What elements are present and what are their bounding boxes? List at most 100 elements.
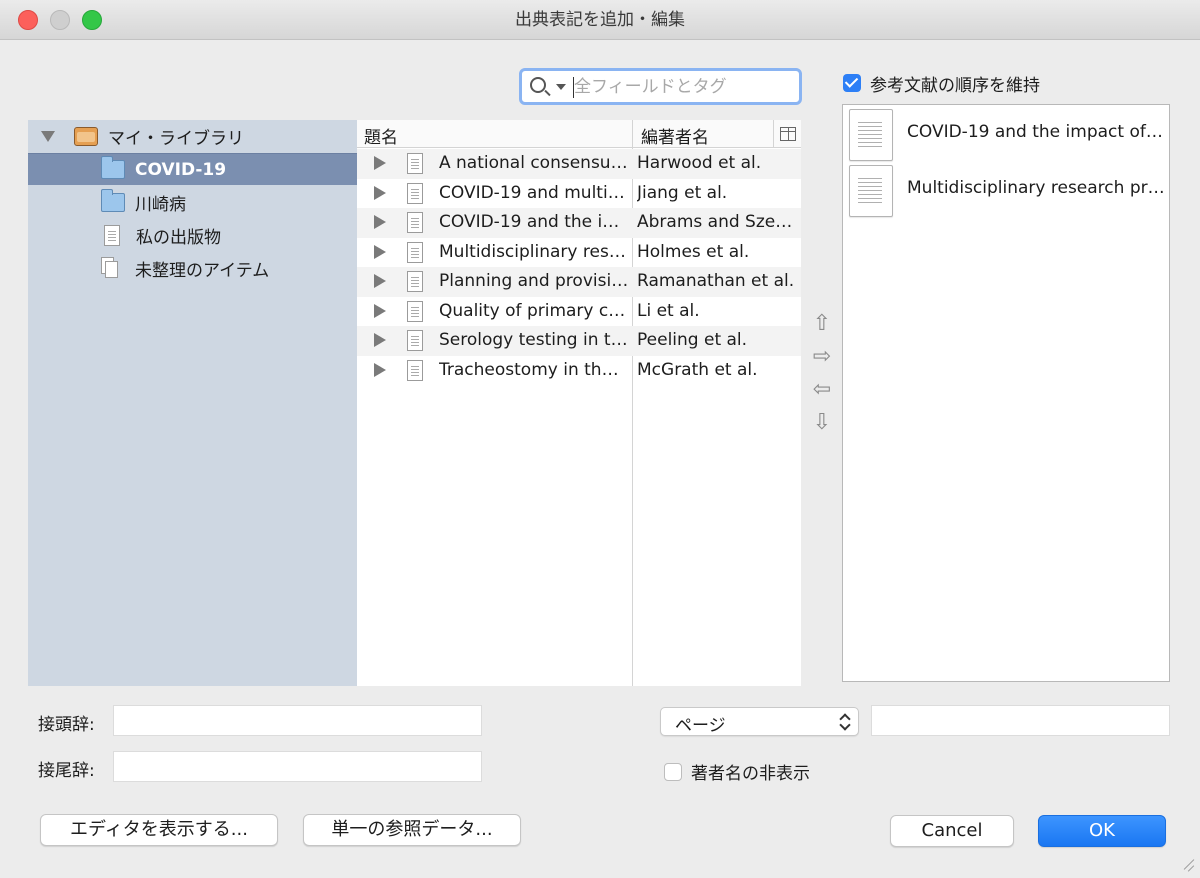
table-row[interactable]: Quality of primary care Li et al. xyxy=(357,297,801,327)
row-title: COVID-19 and multiorgan response xyxy=(439,182,629,203)
disclosure-triangle-right-icon[interactable] xyxy=(374,185,386,200)
keep-order-checkbox[interactable]: 参考文献の順序を維持 xyxy=(843,72,1040,96)
show-editor-button[interactable]: エディタを表示する... xyxy=(40,814,278,846)
column-picker-icon[interactable] xyxy=(780,127,796,141)
folder-icon xyxy=(101,188,125,212)
document-icon xyxy=(407,271,423,292)
document-icon xyxy=(104,224,120,246)
table-row[interactable]: Multidisciplinary research priorities Ho… xyxy=(357,238,801,268)
disclosure-triangle-right-icon[interactable] xyxy=(374,362,386,377)
table-row[interactable]: COVID-19 and the impact Abrams and Szefl… xyxy=(357,208,801,238)
prefix-input[interactable] xyxy=(113,705,482,736)
search-mode-chevron-down-icon[interactable] xyxy=(556,84,566,90)
disclosure-triangle-right-icon[interactable] xyxy=(374,215,386,229)
sidebar-item-covid-19[interactable]: COVID-19 xyxy=(28,153,357,185)
citation-title: COVID-19 and the impact of social determ… xyxy=(907,122,1167,142)
row-title: Quality of primary care xyxy=(439,300,629,321)
add-citation-arrow-icon[interactable]: ⇨ xyxy=(808,343,836,371)
citation-list: COVID-19 and the impact of social determ… xyxy=(842,104,1170,682)
row-author: Peeling et al. xyxy=(637,330,748,350)
row-author: Ramanathan et al. xyxy=(637,271,795,291)
row-author: Li et al. xyxy=(637,300,700,321)
disclosure-triangle-right-icon[interactable] xyxy=(374,244,386,259)
row-author: Abrams and Szefler xyxy=(637,212,797,232)
folder-icon xyxy=(101,156,125,179)
sidebar-item-label: マイ・ライブラリ xyxy=(108,128,244,149)
row-title: Tracheostomy in the COVID-19 era xyxy=(439,359,629,380)
document-icon xyxy=(407,182,423,204)
row-author: Harwood et al. xyxy=(637,153,762,173)
table-row[interactable]: A national consensus statement Harwood e… xyxy=(357,149,801,179)
table-row[interactable]: Planning and provision Ramanathan et al. xyxy=(357,267,801,297)
library-sidebar: マイ・ライブラリ COVID-19 川崎病 私の出版物 未整理のアイテム xyxy=(28,120,357,686)
document-icon xyxy=(407,241,423,263)
sidebar-item-label: COVID-19 xyxy=(135,159,227,180)
sidebar-item-kawasaki[interactable]: 川崎病 xyxy=(28,186,357,218)
locator-input[interactable] xyxy=(871,705,1170,736)
column-divider[interactable] xyxy=(632,120,633,148)
search-input[interactable] xyxy=(574,75,794,99)
move-up-arrow-icon[interactable]: ⇧ xyxy=(808,310,836,338)
checkbox-checked-icon[interactable] xyxy=(843,74,861,92)
citation-title: Multidisciplinary research priorities xyxy=(907,178,1167,198)
table-row[interactable]: Serology testing in the COVID-19 pandemi… xyxy=(357,326,801,356)
document-icon xyxy=(849,165,893,217)
prefix-label: 接頭辞: xyxy=(38,715,95,735)
document-icon xyxy=(407,330,423,351)
disclosure-triangle-right-icon[interactable] xyxy=(374,303,386,318)
disclosure-triangle-right-icon[interactable] xyxy=(374,333,386,347)
suffix-label: 接尾辞: xyxy=(38,761,95,781)
resize-grip-icon[interactable] xyxy=(1178,856,1196,874)
hide-author-label: 著者名の非表示 xyxy=(691,764,810,784)
row-title: Planning and provision xyxy=(439,271,629,291)
search-field[interactable] xyxy=(519,68,802,105)
disclosure-triangle-right-icon[interactable] xyxy=(374,156,386,170)
row-title: Multidisciplinary research priorities xyxy=(439,241,629,262)
column-header-title[interactable]: 題名 xyxy=(364,123,398,148)
move-down-arrow-icon[interactable]: ⇩ xyxy=(808,409,836,437)
library-icon xyxy=(74,126,98,146)
updown-chevron-icon xyxy=(839,713,851,731)
disclosure-triangle-down-icon[interactable] xyxy=(41,130,55,142)
sidebar-item-label: 未整理のアイテム xyxy=(135,260,270,281)
sidebar-item-unfiled[interactable]: 未整理のアイテム xyxy=(28,252,357,284)
search-icon[interactable] xyxy=(530,77,546,93)
column-header-author[interactable]: 編著者名 xyxy=(641,123,709,148)
documents-icon xyxy=(101,257,119,279)
sidebar-item-label: 川崎病 xyxy=(135,194,186,215)
ok-button[interactable]: OK xyxy=(1038,815,1166,847)
column-divider[interactable] xyxy=(773,120,774,148)
document-icon xyxy=(407,300,423,322)
items-table: 題名 編著者名 A national consensus statement H… xyxy=(357,120,801,686)
hide-author-checkbox[interactable]: 著者名の非表示 xyxy=(664,759,810,784)
row-author: Holmes et al. xyxy=(637,241,750,262)
locator-type-value: ページ xyxy=(675,716,726,736)
list-item[interactable]: Multidisciplinary research priorities xyxy=(843,161,1169,217)
title-bar: 出典表記を追加・編集 xyxy=(0,0,1200,40)
document-icon xyxy=(849,109,893,161)
list-item[interactable]: COVID-19 and the impact of social determ… xyxy=(843,105,1169,161)
document-icon xyxy=(407,212,423,233)
document-icon xyxy=(407,359,423,381)
row-title: Serology testing in the COVID-19 pandemi… xyxy=(439,330,629,350)
row-author: Jiang et al. xyxy=(637,182,728,203)
row-title: COVID-19 and the impact xyxy=(439,212,629,232)
checkbox-unchecked-icon[interactable] xyxy=(664,762,682,781)
disclosure-triangle-right-icon[interactable] xyxy=(374,274,386,288)
single-reference-button[interactable]: 単一の参照データ... xyxy=(303,814,521,846)
sidebar-item-my-library[interactable]: マイ・ライブラリ xyxy=(28,120,357,152)
sidebar-item-my-publications[interactable]: 私の出版物 xyxy=(28,219,357,251)
locator-type-select[interactable]: ページ xyxy=(660,707,859,736)
keep-order-label: 参考文献の順序を維持 xyxy=(870,75,1040,96)
table-header: 題名 編著者名 xyxy=(357,120,801,148)
remove-citation-arrow-icon[interactable]: ⇦ xyxy=(808,376,836,404)
row-title: A national consensus statement xyxy=(439,153,629,173)
table-row[interactable]: COVID-19 and multiorgan response Jiang e… xyxy=(357,179,801,209)
row-author: McGrath et al. xyxy=(637,359,758,380)
document-icon xyxy=(407,153,423,174)
sidebar-item-label: 私の出版物 xyxy=(136,227,221,248)
suffix-input[interactable] xyxy=(113,751,482,782)
cancel-button[interactable]: Cancel xyxy=(890,815,1014,847)
table-row[interactable]: Tracheostomy in the COVID-19 era McGrath… xyxy=(357,356,801,386)
window-title: 出典表記を追加・編集 xyxy=(515,10,685,30)
